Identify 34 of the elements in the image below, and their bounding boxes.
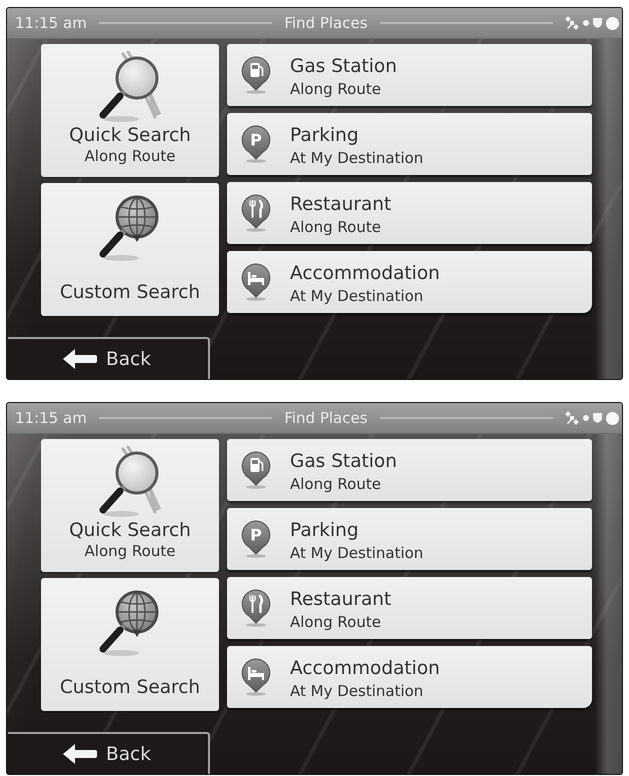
custom-search-button[interactable]: Custom Search (41, 578, 219, 711)
clock-time: 11:15 am (15, 409, 87, 427)
bed-pin-icon (241, 263, 271, 301)
screen-title: Find Places (284, 409, 368, 427)
shield-icon (593, 18, 602, 28)
fork-knife-pin-icon (241, 194, 271, 232)
quick-search-button[interactable]: Quick Search Along Route (41, 439, 219, 572)
custom-search-button[interactable]: Custom Search (41, 183, 219, 316)
category-button[interactable]: Restaurant Along Route (227, 577, 592, 639)
screen-title: Find Places (284, 14, 368, 32)
fuel-pump-pin-icon (241, 451, 271, 489)
clock-time: 11:15 am (15, 14, 87, 32)
category-button[interactable]: Accommodation At My Destination (227, 646, 592, 708)
category-button[interactable]: Gas Station Along Route (227, 44, 592, 106)
category-button[interactable]: P Parking At My Destination (227, 113, 592, 175)
category-button[interactable]: Accommodation At My Destination (227, 251, 592, 313)
arrow-left-icon (63, 744, 97, 764)
quick-search-button[interactable]: Quick Search Along Route (41, 44, 219, 177)
category-button[interactable]: P Parking At My Destination (227, 508, 592, 570)
disc-icon (606, 412, 620, 424)
fork-knife-pin-icon (241, 589, 271, 627)
category-button[interactable]: Restaurant Along Route (227, 182, 592, 244)
fuel-pump-pin-icon (241, 56, 271, 94)
satellite-icon (565, 16, 580, 30)
back-button[interactable]: Back (8, 732, 210, 774)
satellite-icon (565, 411, 580, 425)
disc-icon (606, 16, 620, 30)
shield-icon (593, 413, 602, 423)
dot-icon (583, 415, 590, 421)
back-button[interactable]: Back (8, 337, 210, 379)
arrow-left-icon (63, 349, 97, 369)
dot-icon (583, 20, 590, 26)
bed-pin-icon (241, 658, 271, 696)
category-button[interactable]: Gas Station Along Route (227, 439, 592, 501)
